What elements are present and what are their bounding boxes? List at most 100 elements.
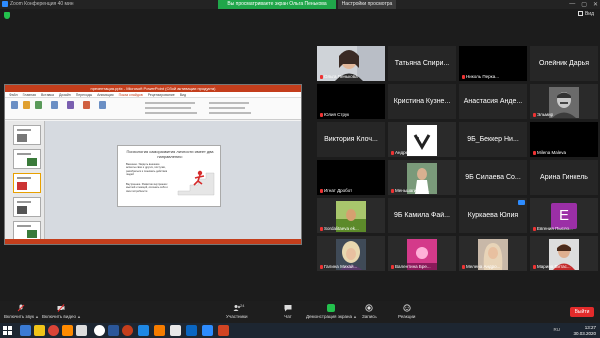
browser-icon[interactable] xyxy=(62,325,73,336)
mic-muted-icon xyxy=(320,265,323,269)
participant-tile[interactable]: Sordalitaeva ek... xyxy=(317,198,385,233)
word-icon[interactable] xyxy=(108,325,119,336)
ppt-tab[interactable]: Вид xyxy=(180,92,186,97)
slide-thumbnail[interactable] xyxy=(13,125,41,145)
stairs-illustration xyxy=(177,170,215,196)
slide-thumbnail[interactable] xyxy=(13,149,41,169)
record-label: Запись xyxy=(362,314,377,319)
mic-muted-icon xyxy=(320,75,323,79)
participant-tile[interactable]: Татьяна Спири... xyxy=(388,46,456,81)
system-clock[interactable]: 13:27 30.03.2020 xyxy=(573,325,596,336)
participant-tile[interactable]: Марина Витас... xyxy=(530,236,598,271)
ribbon-setup-icon[interactable] xyxy=(67,101,74,109)
slide-thumbnail-selected[interactable] xyxy=(13,173,41,193)
share-screen-button[interactable]: Демонстрация экрана▲ xyxy=(306,304,357,319)
ribbon-rehearse-icon[interactable] xyxy=(99,101,106,109)
mic-muted-icon xyxy=(533,151,536,155)
photos-icon[interactable] xyxy=(138,325,149,336)
participant-tile[interactable]: Юлия Струк xyxy=(317,84,385,119)
start-video-button[interactable]: Включить видео▲ xyxy=(42,304,81,319)
firefox-icon[interactable] xyxy=(154,325,165,336)
participant-tile[interactable]: Галина Михай... xyxy=(317,236,385,271)
maximize-button[interactable]: ▢ xyxy=(581,1,587,8)
media-player-icon[interactable] xyxy=(122,325,133,336)
participant-name-text: Мелена Андро... xyxy=(466,264,501,269)
participant-tile[interactable]: Николь Перка... xyxy=(459,46,527,81)
ribbon-slideshow-icon[interactable] xyxy=(11,101,18,109)
participant-tile[interactable]: Игнат Дробот xyxy=(317,160,385,195)
chrome-icon[interactable] xyxy=(48,325,59,336)
clock-date: 30.03.2020 xyxy=(573,330,596,336)
folder-icon[interactable] xyxy=(34,325,45,336)
participant-tile[interactable]: E Евгения Пысло... xyxy=(530,198,598,233)
ppt-tab[interactable]: Файл xyxy=(9,92,18,97)
ppt-tab[interactable]: Рецензирование xyxy=(148,92,175,97)
ppt-tab[interactable]: Анимация xyxy=(97,92,113,97)
ppt-tab[interactable]: Дизайн xyxy=(59,92,71,97)
record-button[interactable]: Запись xyxy=(362,304,377,319)
tray-lang[interactable]: RU xyxy=(554,327,561,332)
participant-tile[interactable]: Ольга Пенькова xyxy=(317,46,385,81)
participants-button[interactable]: Участники 24 xyxy=(226,303,248,319)
slide-thumbnail[interactable] xyxy=(13,197,41,217)
ribbon-custom-show-icon[interactable] xyxy=(51,101,58,109)
skype-icon[interactable] xyxy=(186,325,197,336)
ppt-title-bar: презентация.pptx - Microsoft PowerPoint … xyxy=(5,85,301,92)
reactions-button[interactable]: Реакции xyxy=(398,304,415,319)
participant-tile[interactable]: Арина Гинкель xyxy=(530,160,598,195)
participant-tile[interactable]: 9Б_Беккер Ни... xyxy=(459,122,527,157)
participant-tile[interactable]: Milena Maleva xyxy=(530,122,598,157)
mic-muted-icon xyxy=(320,227,323,231)
explorer-icon[interactable] xyxy=(20,325,31,336)
shared-screen[interactable]: презентация.pptx - Microsoft PowerPoint … xyxy=(4,84,302,245)
close-button[interactable]: ✕ xyxy=(593,1,598,8)
participant-tile[interactable]: Эльмир xyxy=(530,84,598,119)
title-bar: Zoom Конференция 40 мин Вы просматривает… xyxy=(0,0,600,9)
media-icon[interactable] xyxy=(76,325,87,336)
participant-tile[interactable]: Кристина Кузне... xyxy=(388,84,456,119)
camera-off-icon xyxy=(57,304,65,312)
ribbon-hide-slide-icon[interactable] xyxy=(83,101,90,109)
ribbon-broadcast-icon[interactable] xyxy=(35,101,42,109)
ribbon-option xyxy=(145,102,195,104)
participant-tile[interactable]: Андрей Попов xyxy=(388,122,456,157)
ppt-tab[interactable]: Вставка xyxy=(41,92,54,97)
participant-tile[interactable]: 9Б Силаева Со... xyxy=(459,160,527,195)
participant-tile[interactable]: Валентина Бре... xyxy=(388,236,456,271)
participant-name-text: Sordalitaeva ek... xyxy=(324,226,359,231)
current-slide: Психология саморазвития личности имеет д… xyxy=(117,145,221,207)
participant-tile[interactable]: Мелена Андро... xyxy=(459,236,527,271)
participant-name: Мелена Андро... xyxy=(462,264,500,269)
participant-tile[interactable]: Виктория Клоч... xyxy=(317,122,385,157)
slide-thumbnail[interactable] xyxy=(13,221,41,241)
windows-start-icon[interactable] xyxy=(3,326,12,335)
unmute-button[interactable]: Включить звук▲ xyxy=(4,304,39,319)
participant-tile[interactable]: Анастасия Анде... xyxy=(459,84,527,119)
participants-label: Участники xyxy=(226,314,248,319)
telegram-icon[interactable] xyxy=(170,325,181,336)
chat-button[interactable]: Чат xyxy=(284,304,292,319)
zoom-window: Zoom Конференция 40 мин Вы просматривает… xyxy=(0,0,600,338)
avatar-letter: E xyxy=(551,202,577,229)
security-shield-icon[interactable] xyxy=(4,12,10,19)
participant-tile[interactable]: Меньшагин Ал... xyxy=(388,160,456,195)
chat-icon xyxy=(284,305,292,312)
participant-name: Николь Перка... xyxy=(462,74,499,79)
participant-tile[interactable]: Куркаева Юлия xyxy=(459,198,527,233)
ppt-tab[interactable]: Переходы xyxy=(76,92,92,97)
minimize-button[interactable]: — xyxy=(569,1,575,8)
zoom-taskbar-icon[interactable] xyxy=(202,325,213,336)
view-button[interactable]: Вид xyxy=(577,11,594,17)
leave-meeting-button[interactable]: Выйти xyxy=(570,307,594,317)
participant-name-text: Евгения Пысло... xyxy=(537,226,573,231)
view-options-button[interactable]: Настройки просмотра xyxy=(338,0,396,9)
ppt-tab-active[interactable]: Показ слайдов xyxy=(119,92,143,97)
powerpoint-icon[interactable] xyxy=(218,325,229,336)
more-options-icon[interactable] xyxy=(518,200,525,205)
app-icon[interactable] xyxy=(94,325,105,336)
ppt-tab[interactable]: Главная xyxy=(23,92,36,97)
participant-name-text: Андрей Попов xyxy=(395,150,425,155)
ribbon-current-slide-icon[interactable] xyxy=(23,101,30,109)
participant-tile[interactable]: 9Б Камила Фай... xyxy=(388,198,456,233)
participant-tile[interactable]: Олейник Дарья xyxy=(530,46,598,81)
